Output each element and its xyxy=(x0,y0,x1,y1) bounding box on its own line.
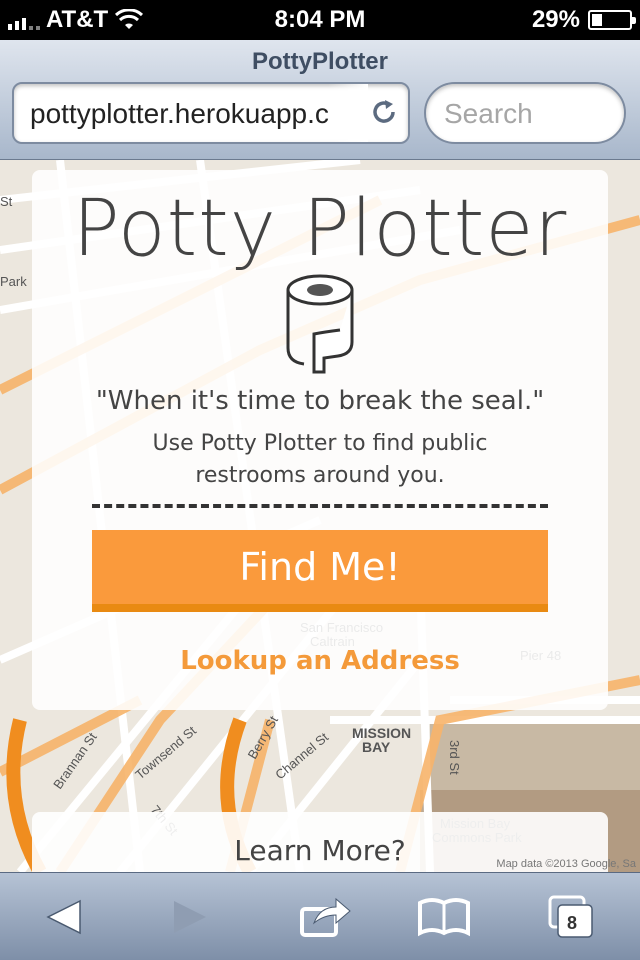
search-input[interactable] xyxy=(444,98,614,130)
battery-group: 29% xyxy=(531,6,636,34)
svg-text:3rd St: 3rd St xyxy=(447,740,462,775)
share-icon[interactable] xyxy=(294,895,354,939)
reload-icon[interactable] xyxy=(370,98,398,126)
status-bar: AT&T 8:04 PM 29% xyxy=(0,0,640,40)
svg-text:Park: Park xyxy=(0,274,27,289)
search-field[interactable] xyxy=(424,82,626,144)
lookup-address-link[interactable]: Lookup an Address xyxy=(32,646,608,676)
battery-fill xyxy=(592,14,602,26)
battery-percent: 29% xyxy=(531,6,580,33)
address-bar[interactable]: pottyplotter.herokuapp.c xyxy=(12,82,410,144)
svg-text:BAY: BAY xyxy=(362,739,391,755)
browser-toolbar: 8 xyxy=(0,872,640,960)
description-line: restrooms around you. xyxy=(195,463,445,488)
app-title: Potty Plotter xyxy=(72,184,568,274)
back-icon[interactable] xyxy=(36,895,96,939)
description-line: Use Potty Plotter to find public xyxy=(152,431,488,456)
description: Use Potty Plotter to find public restroo… xyxy=(32,428,608,492)
map-credit: Map data ©2013 Google, Sa xyxy=(496,858,636,870)
url-text: pottyplotter.herokuapp.c xyxy=(30,98,329,129)
forward-icon[interactable] xyxy=(156,895,216,939)
tagline: "When it's time to break the seal." xyxy=(95,386,545,416)
svg-text:St: St xyxy=(0,194,13,209)
app-card: Potty Plotter "When it's time to break t… xyxy=(32,170,608,710)
browser-bar: PottyPlotter pottyplotter.herokuapp.c xyxy=(0,40,640,160)
battery-icon xyxy=(588,10,636,30)
dashed-divider xyxy=(92,504,548,508)
bookmarks-icon[interactable] xyxy=(414,895,474,939)
page-title: PottyPlotter xyxy=(251,48,388,75)
find-me-button[interactable]: Find Me! xyxy=(92,530,548,612)
toilet-paper-icon xyxy=(286,274,354,374)
url-fade xyxy=(328,84,368,142)
tab-count: 8 xyxy=(567,913,578,933)
web-content: MISSION BAY San Francisco Caltrain Pier … xyxy=(0,160,640,872)
